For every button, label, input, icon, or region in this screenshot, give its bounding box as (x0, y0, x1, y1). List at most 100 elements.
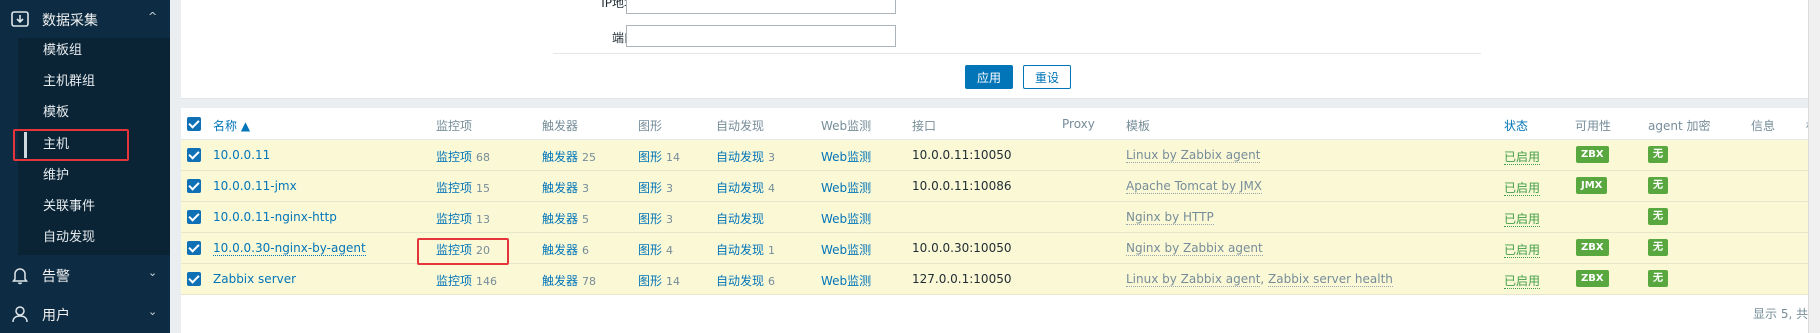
triggers-cell[interactable]: 触发器 3 (542, 179, 589, 196)
graphs-cell[interactable]: 图形 3 (638, 179, 673, 196)
web-link[interactable]: Web监测 (821, 272, 871, 289)
col-name-header[interactable]: 名称 ▲ (213, 117, 250, 134)
triggers-link[interactable]: 触发器 (542, 243, 578, 257)
select-all-checkbox[interactable] (187, 117, 201, 131)
triggers-link[interactable]: 触发器 (542, 212, 578, 226)
triggers-cell[interactable]: 触发器 6 (542, 241, 589, 258)
discovery-cell[interactable]: 自动发现 3 (716, 148, 775, 165)
graphs-link[interactable]: 图形 (638, 243, 662, 257)
discovery-link[interactable]: 自动发现 (716, 181, 764, 195)
graphs-count: 3 (666, 182, 674, 195)
graphs-link[interactable]: 图形 (638, 212, 662, 226)
templates-cell: Nginx by Zabbix agent (1126, 241, 1263, 256)
items-link[interactable]: 监控项 (436, 212, 472, 226)
row-checkbox[interactable] (187, 272, 201, 286)
col-info-header: 信息 (1751, 119, 1776, 133)
items-link[interactable]: 监控项 (436, 181, 472, 195)
sidebar-item-maintenance[interactable]: 维护 (24, 163, 164, 189)
template-link[interactable]: Apache Tomcat by JMX (1126, 179, 1263, 194)
row-checkbox[interactable] (187, 210, 201, 224)
status-toggle[interactable]: 已启用 (1504, 150, 1541, 165)
templates-cell: Linux by Zabbix agent, Zabbix server hea… (1126, 272, 1393, 287)
ip-input[interactable] (626, 0, 896, 14)
host-name-link[interactable]: 10.0.0.11-jmx (213, 179, 297, 193)
template-link[interactable]: Nginx by HTTP (1126, 210, 1214, 225)
discovery-cell[interactable]: 自动发现 (716, 210, 768, 227)
annotation-highlight-items (417, 238, 509, 265)
col-interface-header: 接口 (912, 119, 937, 133)
triggers-cell[interactable]: 触发器 25 (542, 148, 596, 165)
items-link[interactable]: 监控项 (436, 150, 472, 164)
web-link[interactable]: Web监测 (821, 148, 871, 165)
discovery-link[interactable]: 自动发现 (716, 150, 764, 164)
templates-cell: Linux by Zabbix agent (1126, 148, 1261, 163)
host-name-link[interactable]: 10.0.0.11 (213, 148, 270, 162)
items-cell[interactable]: 监控项 15 (436, 179, 490, 196)
sidebar-item-templates[interactable]: 模板 (24, 100, 164, 126)
page-scrollbar[interactable] (1808, 0, 1820, 333)
graphs-cell[interactable]: 图形 3 (638, 210, 673, 227)
items-cell[interactable]: 监控项 146 (436, 272, 497, 289)
col-status-header[interactable]: 状态 (1504, 117, 1528, 134)
discovery-cell[interactable]: 自动发现 4 (716, 179, 775, 196)
graphs-count: 14 (666, 151, 681, 164)
discovery-link[interactable]: 自动发现 (716, 212, 764, 226)
encryption-badge: 无 (1648, 208, 1668, 225)
web-link[interactable]: Web监测 (821, 179, 871, 196)
host-name-link[interactable]: 10.0.0.30-nginx-by-agent (213, 241, 366, 256)
triggers-link[interactable]: 触发器 (542, 181, 578, 195)
triggers-count: 78 (582, 275, 597, 288)
template-link[interactable]: Linux by Zabbix agent (1126, 272, 1261, 287)
status-toggle[interactable]: 已启用 (1504, 212, 1541, 227)
status-toggle[interactable]: 已启用 (1504, 274, 1541, 289)
row-checkbox[interactable] (187, 241, 201, 255)
triggers-cell[interactable]: 触发器 5 (542, 210, 589, 227)
template-link[interactable]: Linux by Zabbix agent (1126, 148, 1261, 163)
graphs-cell[interactable]: 图形 14 (638, 272, 680, 289)
triggers-link[interactable]: 触发器 (542, 274, 578, 288)
triggers-cell[interactable]: 触发器 78 (542, 272, 596, 289)
status-toggle[interactable]: 已启用 (1504, 243, 1541, 258)
sidebar-section-users[interactable]: 用户 ⌄ (0, 295, 170, 333)
discovery-cell[interactable]: 自动发现 1 (716, 241, 775, 258)
apply-button[interactable]: 应用 (965, 65, 1013, 89)
template-link[interactable]: Zabbix server health (1268, 272, 1393, 287)
graphs-count: 4 (666, 244, 674, 257)
graphs-link[interactable]: 图形 (638, 181, 662, 195)
status-cell: 已启用 (1504, 148, 1541, 165)
sidebar-section-alerts[interactable]: 告警 ⌄ (0, 256, 170, 294)
status-cell: 已启用 (1504, 241, 1541, 258)
sidebar-item-event-correlation[interactable]: 关联事件 (24, 194, 164, 220)
row-checkbox[interactable] (187, 148, 201, 162)
availability-badge: ZBX (1576, 146, 1609, 163)
triggers-link[interactable]: 触发器 (542, 150, 578, 164)
items-cell[interactable]: 监控项 13 (436, 210, 490, 227)
sidebar-item-host-groups[interactable]: 主机群组 (24, 69, 164, 95)
triggers-count: 3 (582, 182, 590, 195)
sidebar-item-discovery[interactable]: 自动发现 (24, 225, 164, 251)
graphs-cell[interactable]: 图形 4 (638, 241, 673, 258)
discovery-cell[interactable]: 自动发现 6 (716, 272, 775, 289)
host-name-link[interactable]: Zabbix server (213, 272, 296, 286)
graphs-link[interactable]: 图形 (638, 150, 662, 164)
web-link[interactable]: Web监测 (821, 210, 871, 227)
items-link[interactable]: 监控项 (436, 274, 472, 288)
host-name-link[interactable]: 10.0.0.11-nginx-http (213, 210, 337, 224)
graphs-link[interactable]: 图形 (638, 274, 662, 288)
reset-button[interactable]: 重设 (1023, 65, 1071, 89)
discovery-link[interactable]: 自动发现 (716, 243, 764, 257)
sidebar-item-template-groups[interactable]: 模板组 (24, 38, 164, 64)
status-cell: 已启用 (1504, 210, 1541, 227)
col-discovery-header: 自动发现 (716, 119, 765, 133)
items-cell[interactable]: 监控项 68 (436, 148, 490, 165)
annotation-highlight-hosts (13, 129, 129, 161)
port-input[interactable] (626, 25, 896, 47)
row-checkbox[interactable] (187, 179, 201, 193)
template-link[interactable]: Nginx by Zabbix agent (1126, 241, 1263, 256)
sidebar-section-label: 用户 (42, 308, 70, 324)
graphs-cell[interactable]: 图形 14 (638, 148, 680, 165)
status-toggle[interactable]: 已启用 (1504, 181, 1541, 196)
sidebar-section-data-collection[interactable]: 数据采集 ^ (0, 0, 170, 38)
discovery-link[interactable]: 自动发现 (716, 274, 764, 288)
web-link[interactable]: Web监测 (821, 241, 871, 258)
